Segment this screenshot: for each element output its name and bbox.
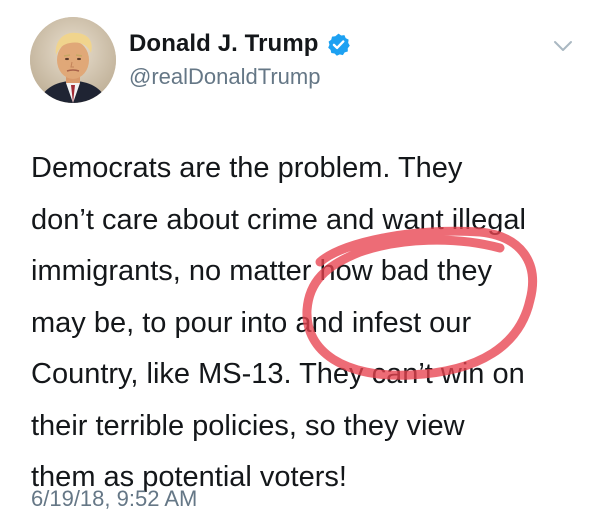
tweet-text-line: may be, to pour into and infest our [31, 306, 472, 339]
author-name-row[interactable]: Donald J. Trump [129, 30, 351, 58]
tweet-text-line: don’t care about crime and want illegal [31, 203, 526, 236]
verified-badge-icon [326, 32, 351, 57]
author-handle[interactable]: @realDonaldTrump [129, 64, 320, 90]
profile-photo-icon [30, 17, 116, 103]
chevron-down-icon[interactable] [552, 38, 574, 54]
author-display-name[interactable]: Donald J. Trump [129, 30, 319, 58]
tweet-card: Donald J. Trump @realDonaldTrump Democra… [0, 0, 600, 529]
avatar[interactable] [30, 17, 116, 103]
tweet-text-line: Democrats are the problem. They [31, 152, 463, 184]
tweet-text-line: their terrible policies, so they view [31, 409, 465, 442]
tweet-text-line: immigrants, no matter how bad they [31, 255, 492, 287]
tweet-timestamp[interactable]: 6/19/18, 9:52 AM [31, 486, 197, 512]
tweet-text: Democrats are the problem. They don’t ca… [31, 143, 591, 504]
tweet-text-line: Country, like MS-13. They can’t win on [31, 358, 525, 390]
